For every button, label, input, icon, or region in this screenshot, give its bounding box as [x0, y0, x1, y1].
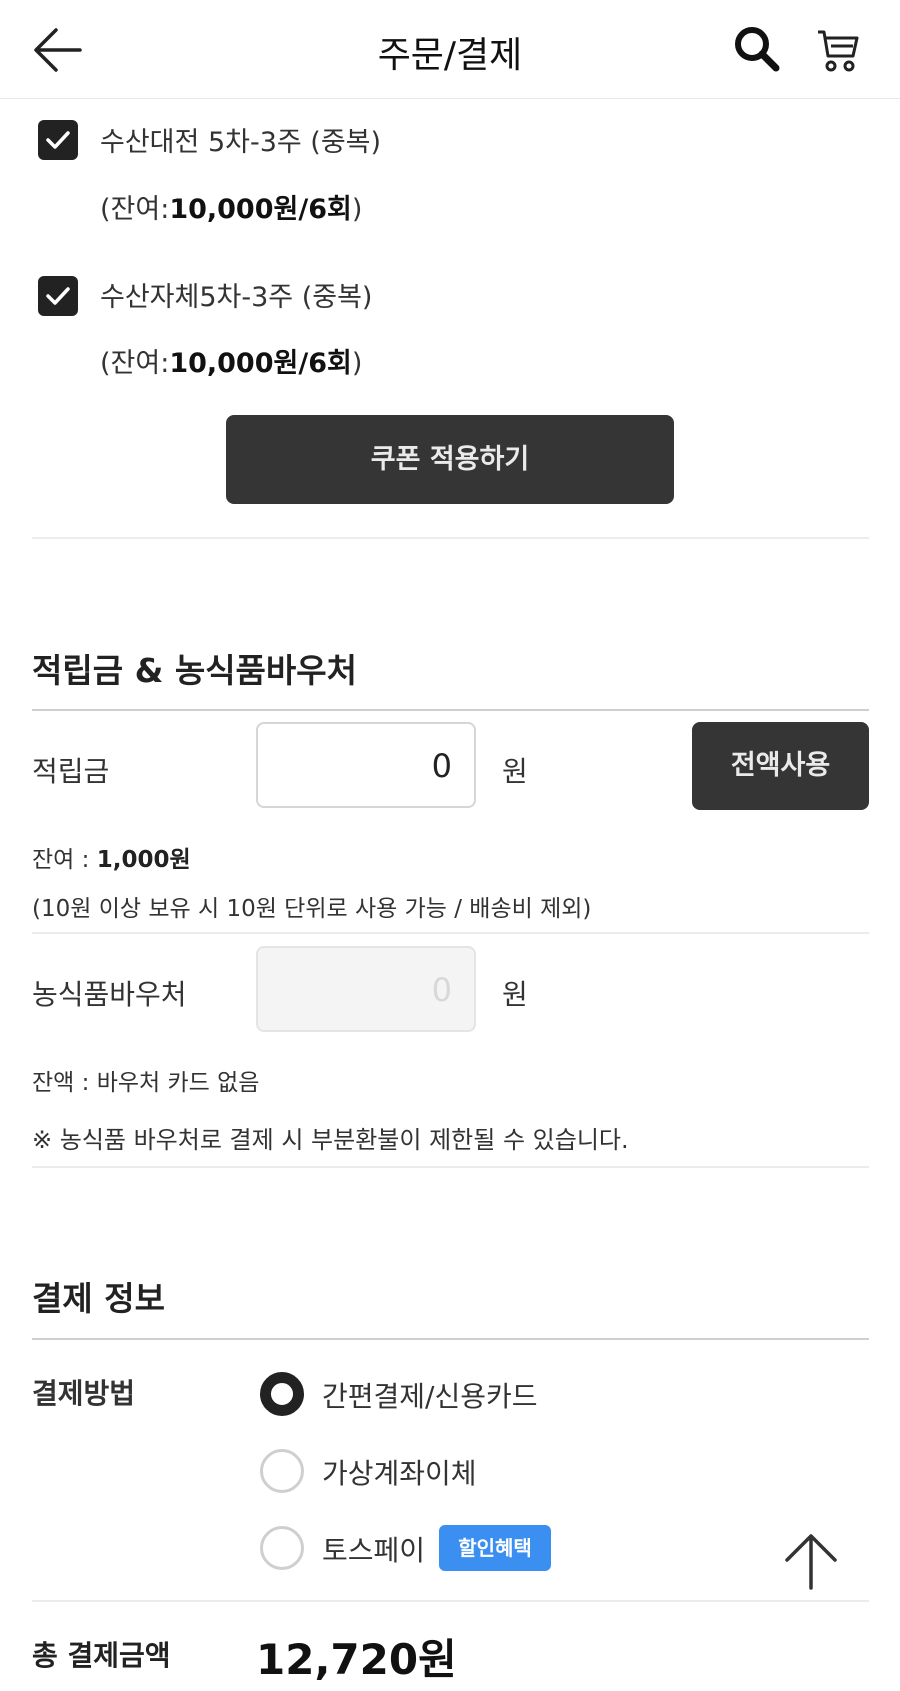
payment-option-tosspay[interactable]: 토스페이: [322, 1529, 425, 1569]
points-balance: 잔여 : 1,000원: [32, 847, 191, 873]
points-unit: 원: [502, 755, 528, 788]
top-app-bar: 주문/결제: [0, 0, 900, 99]
coupon-name: 수산자체5차-3주 (중복): [100, 282, 373, 313]
apply-coupon-button[interactable]: 쿠폰 적용하기: [226, 415, 674, 504]
divider: [32, 1600, 869, 1602]
coupon-checkbox-2[interactable]: [38, 276, 78, 316]
arrow-up-icon: [785, 1534, 837, 1590]
search-icon: [735, 27, 780, 72]
payment-option-virtual-account[interactable]: 가상계좌이체: [322, 1452, 477, 1492]
divider: [32, 1166, 869, 1168]
coupon-balance: (잔여:10,000원/6회): [100, 348, 363, 379]
points-input[interactable]: 0: [256, 722, 476, 808]
voucher-unit: 원: [502, 978, 528, 1011]
payment-method-label: 결제방법: [32, 1377, 136, 1410]
voucher-label: 농식품바우처: [32, 978, 187, 1011]
payment-radio-card[interactable]: [260, 1372, 304, 1416]
check-icon: [46, 131, 70, 149]
cart-button[interactable]: [815, 26, 863, 74]
payment-radio-virtual-account[interactable]: [260, 1449, 304, 1493]
points-usage-note: (10원 이상 보유 시 10원 단위로 사용 가능 / 배송비 제외): [32, 896, 592, 922]
voucher-notice: ※ 농식품 바우처로 결제 시 부분환불이 제한될 수 있습니다.: [32, 1126, 629, 1154]
divider: [32, 709, 869, 711]
divider: [32, 932, 869, 934]
coupon-checkbox-1[interactable]: [38, 120, 78, 160]
payment-option-card[interactable]: 간편결제/신용카드: [322, 1375, 538, 1415]
voucher-balance: 잔액 : 바우처 카드 없음: [32, 1070, 260, 1096]
cart-icon: [818, 30, 859, 72]
total-amount-value: 12,720원: [256, 1635, 457, 1684]
check-icon: [46, 287, 70, 305]
points-label: 적립금: [32, 755, 110, 788]
voucher-input: 0: [256, 946, 476, 1032]
divider: [32, 1338, 869, 1340]
payment-radio-tosspay[interactable]: [260, 1526, 304, 1570]
coupon-balance: (잔여:10,000원/6회): [100, 194, 363, 225]
scroll-top-button[interactable]: [770, 1520, 852, 1602]
discount-badge: 할인혜택: [439, 1525, 551, 1571]
search-button[interactable]: [732, 24, 784, 76]
use-all-points-button[interactable]: 전액사용: [692, 722, 869, 810]
payment-section-title: 결제 정보: [32, 1279, 165, 1318]
total-amount-label: 총 결제금액: [32, 1639, 171, 1672]
coupon-name: 수산대전 5차-3주 (중복): [100, 127, 382, 158]
points-section-title: 적립금 & 농식품바우처: [32, 651, 357, 690]
divider: [32, 537, 869, 539]
